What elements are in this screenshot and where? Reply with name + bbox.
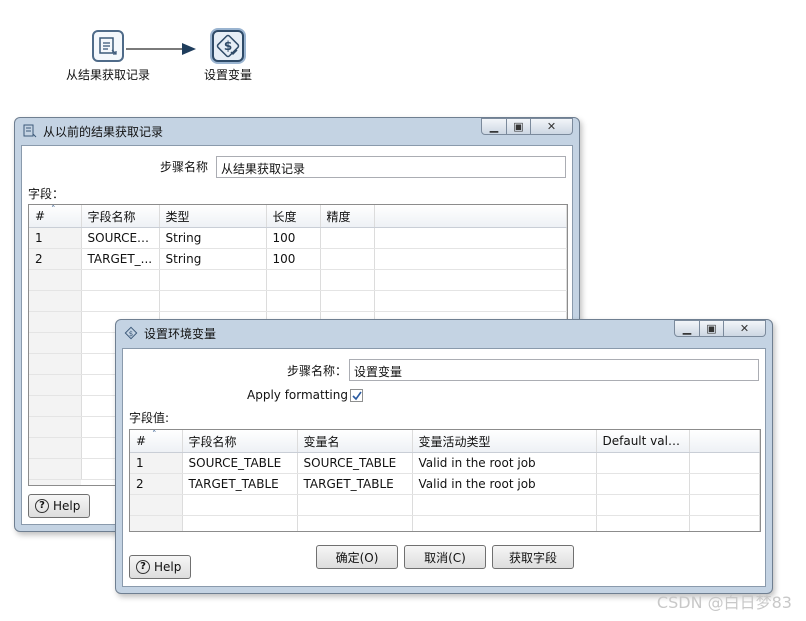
minimize-button[interactable]: ▁ (674, 320, 700, 337)
table-cell[interactable]: SOURCE_TABLE (297, 452, 413, 474)
apply-formatting-checkbox[interactable] (350, 389, 363, 402)
column-header[interactable]: 变量活动类型 (412, 430, 597, 453)
table-cell[interactable] (320, 227, 375, 249)
column-header-empty (689, 430, 760, 453)
apply-formatting-label: Apply formatting (247, 388, 348, 402)
close-button[interactable]: ✕ (531, 118, 573, 135)
checkmark-icon (351, 391, 362, 400)
table-cell[interactable]: Valid in the root job (412, 452, 597, 474)
table-cell[interactable] (596, 473, 690, 495)
row-number: 1 (29, 227, 82, 249)
step-label: 从结果获取记录 (65, 68, 150, 82)
watermark: CSDN @白日梦83 (656, 593, 792, 612)
dialog-title: 设置环境变量 (144, 326, 217, 341)
column-header[interactable]: 长度 (266, 205, 321, 228)
table-cell[interactable]: String (159, 248, 267, 270)
step-label: 设置变量 (203, 68, 252, 82)
set-variables-icon: $ (212, 30, 244, 62)
table-cell[interactable] (596, 452, 690, 474)
table-cell[interactable]: 100 (266, 248, 321, 270)
get-rows-icon (92, 30, 124, 62)
help-icon: ? (35, 499, 49, 513)
table-cell[interactable]: TARGET_... (81, 248, 160, 270)
row-number: 1 (130, 452, 183, 474)
table-cell[interactable]: Valid in the root job (412, 473, 597, 495)
get-rows-icon (23, 124, 37, 138)
column-header[interactable]: 变量名 (297, 430, 413, 453)
table-row-empty[interactable] (130, 494, 760, 516)
column-header[interactable]: # ˄ (29, 205, 82, 228)
column-header[interactable]: # ˄ (130, 430, 183, 453)
table-cell-empty (689, 452, 760, 474)
row-number: 2 (130, 473, 183, 495)
step-name-input[interactable]: 设置变量 (349, 359, 759, 381)
table-cell[interactable]: TARGET_TABLE (182, 473, 298, 495)
table-cell[interactable]: 100 (266, 227, 321, 249)
close-icon: ✕ (739, 322, 750, 335)
table-row-empty[interactable] (29, 269, 567, 291)
table-row-empty[interactable] (29, 290, 567, 312)
step-name-label: 步骤名称 (160, 160, 209, 174)
maximize-button[interactable]: ▣ (507, 118, 531, 135)
cancel-button[interactable]: 取消(C) (404, 545, 486, 569)
step-name-input[interactable]: 从结果获取记录 (216, 156, 566, 178)
dialog-title: 从以前的结果获取记录 (43, 124, 164, 139)
minimize-button[interactable]: ▁ (481, 118, 507, 135)
fields-label: 字段： (28, 187, 65, 201)
table-row[interactable]: 1 SOURCE_TABLE SOURCE_TABLE Valid in the… (130, 452, 760, 474)
table-row[interactable]: 1 SOURCE_... String 100 (29, 227, 567, 249)
column-header[interactable]: 精度 (320, 205, 375, 228)
maximize-icon: ▣ (513, 120, 524, 133)
help-label: Help (53, 499, 81, 513)
table-cell[interactable]: TARGET_TABLE (297, 473, 413, 495)
dialog-body: 步骤名称： 设置变量 Apply formatting 字段值: # ˄ 字段名称… (122, 348, 766, 587)
help-button[interactable]: ? Help (129, 555, 191, 579)
table-cell[interactable] (320, 248, 375, 270)
table-row-empty[interactable] (130, 515, 760, 531)
close-button[interactable]: ✕ (724, 320, 766, 337)
table-row[interactable]: 2 TARGET_... String 100 (29, 248, 567, 270)
sort-arrow-icon: ˄ (51, 205, 56, 215)
table-cell[interactable]: String (159, 227, 267, 249)
table-header-row: # ˄ 字段名称 变量名 变量活动类型 Default value (130, 430, 760, 453)
maximize-icon: ▣ (706, 322, 717, 335)
column-header-empty (374, 205, 567, 228)
hop-arrow[interactable] (126, 40, 200, 60)
table-row[interactable]: 2 TARGET_TABLE TARGET_TABLE Valid in the… (130, 473, 760, 495)
help-icon: ? (136, 560, 150, 574)
get-fields-button[interactable]: 获取字段 (492, 545, 574, 569)
maximize-button[interactable]: ▣ (700, 320, 724, 337)
help-button[interactable]: ? Help (28, 494, 90, 518)
row-number: 2 (29, 248, 82, 270)
column-header[interactable]: 类型 (159, 205, 267, 228)
table-cell-empty (689, 473, 760, 495)
table-cell-empty (374, 248, 567, 270)
column-header[interactable]: 字段名称 (81, 205, 160, 228)
column-header[interactable]: 字段名称 (182, 430, 298, 453)
table-cell[interactable]: SOURCE_... (81, 227, 160, 249)
variables-table[interactable]: # ˄ 字段名称 变量名 变量活动类型 Default value 1 SOURC… (129, 429, 761, 532)
sort-arrow-icon: ˄ (152, 430, 157, 440)
help-label: Help (154, 560, 182, 574)
table-cell-empty (374, 227, 567, 249)
set-variables-icon: $ (124, 326, 138, 340)
field-values-label: 字段值: (129, 411, 170, 425)
column-header[interactable]: Default value (596, 430, 690, 453)
minimize-icon: ▁ (682, 322, 692, 335)
step-name-label: 步骤名称： (287, 364, 348, 378)
table-cell[interactable]: SOURCE_TABLE (182, 452, 298, 474)
svg-text:$: $ (129, 330, 133, 338)
set-variables-dialog: $ 设置环境变量 ▁ ▣ ✕ 步骤名称： 设置变量 Apply formatti… (115, 319, 773, 594)
step-set-variables[interactable]: $ 设置变量 (196, 30, 260, 83)
table-header-row: # ˄ 字段名称 类型 长度 精度 (29, 205, 567, 228)
close-icon: ✕ (546, 120, 557, 133)
minimize-icon: ▁ (489, 120, 499, 133)
svg-text:$: $ (224, 39, 232, 53)
ok-button[interactable]: 确定(O) (316, 545, 398, 569)
